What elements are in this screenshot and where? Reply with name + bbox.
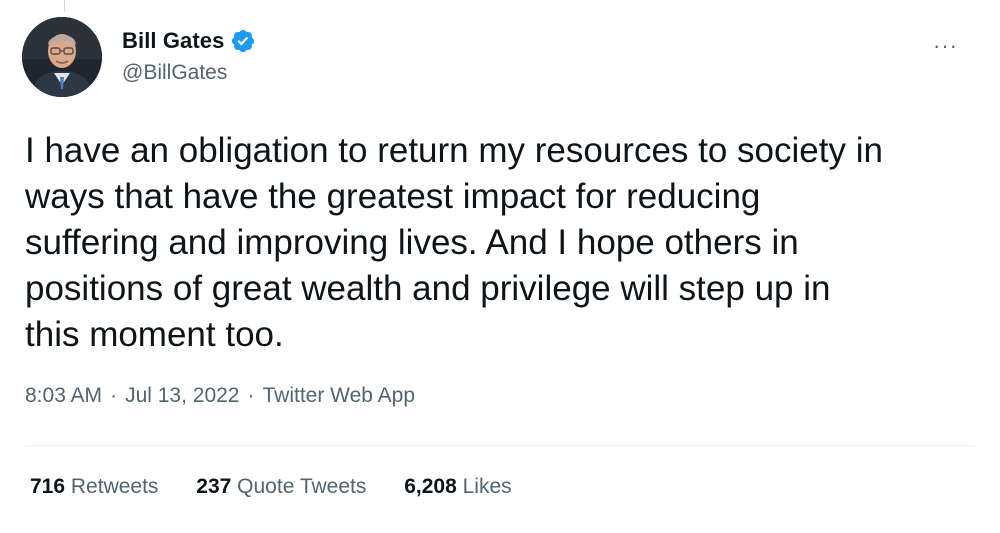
more-options-icon[interactable]: ··· bbox=[933, 35, 958, 57]
retweets-label: Retweets bbox=[70, 475, 159, 498]
meta-separator: · bbox=[110, 384, 118, 407]
profile-photo-avatar bbox=[22, 17, 102, 97]
tweet-text-line: ways that have the greatest impact for r… bbox=[25, 177, 761, 216]
likes-label: Likes bbox=[462, 475, 512, 498]
tweet-card: Bill Gates @BillGates ··· I have an obli… bbox=[0, 0, 1000, 533]
name-row: Bill Gates bbox=[122, 27, 256, 55]
display-name[interactable]: Bill Gates bbox=[122, 28, 224, 54]
tweet-header: Bill Gates @BillGates ··· bbox=[22, 17, 978, 99]
avatar[interactable] bbox=[22, 17, 102, 97]
tweet-text-line: I have an obligation to return my resour… bbox=[25, 131, 883, 170]
tweet-meta: 8:03 AM · Jul 13, 2022 · Twitter Web App bbox=[25, 384, 415, 408]
thread-line bbox=[64, 0, 65, 12]
tweet-date[interactable]: Jul 13, 2022 bbox=[125, 384, 239, 407]
tweet-text-line: positions of great wealth and privilege … bbox=[25, 269, 831, 308]
verified-badge-icon bbox=[232, 29, 255, 53]
tweet-text-line: this moment too. bbox=[25, 315, 284, 354]
tweet-stats: 716 Retweets 237 Quote Tweets 6,208 Like… bbox=[30, 475, 544, 499]
divider bbox=[25, 445, 975, 446]
likes-stat[interactable]: 6,208 Likes bbox=[404, 475, 511, 499]
tweet-text-line: suffering and improving lives. And I hop… bbox=[25, 223, 799, 262]
quote-tweets-label: Quote Tweets bbox=[237, 475, 367, 498]
tweet-source[interactable]: Twitter Web App bbox=[263, 384, 416, 407]
user-handle[interactable]: @BillGates bbox=[122, 61, 256, 85]
meta-separator: · bbox=[247, 384, 255, 407]
tweet-text: I have an obligation to return my resour… bbox=[25, 128, 975, 358]
retweets-stat[interactable]: 716 Retweets bbox=[30, 475, 158, 499]
tweet-time[interactable]: 8:03 AM bbox=[25, 384, 102, 407]
quote-tweets-stat[interactable]: 237 Quote Tweets bbox=[196, 475, 366, 499]
user-info: Bill Gates @BillGates bbox=[122, 27, 256, 85]
quote-tweets-count: 237 bbox=[196, 475, 232, 498]
retweets-count: 716 bbox=[30, 475, 66, 498]
likes-count: 6,208 bbox=[404, 475, 457, 498]
